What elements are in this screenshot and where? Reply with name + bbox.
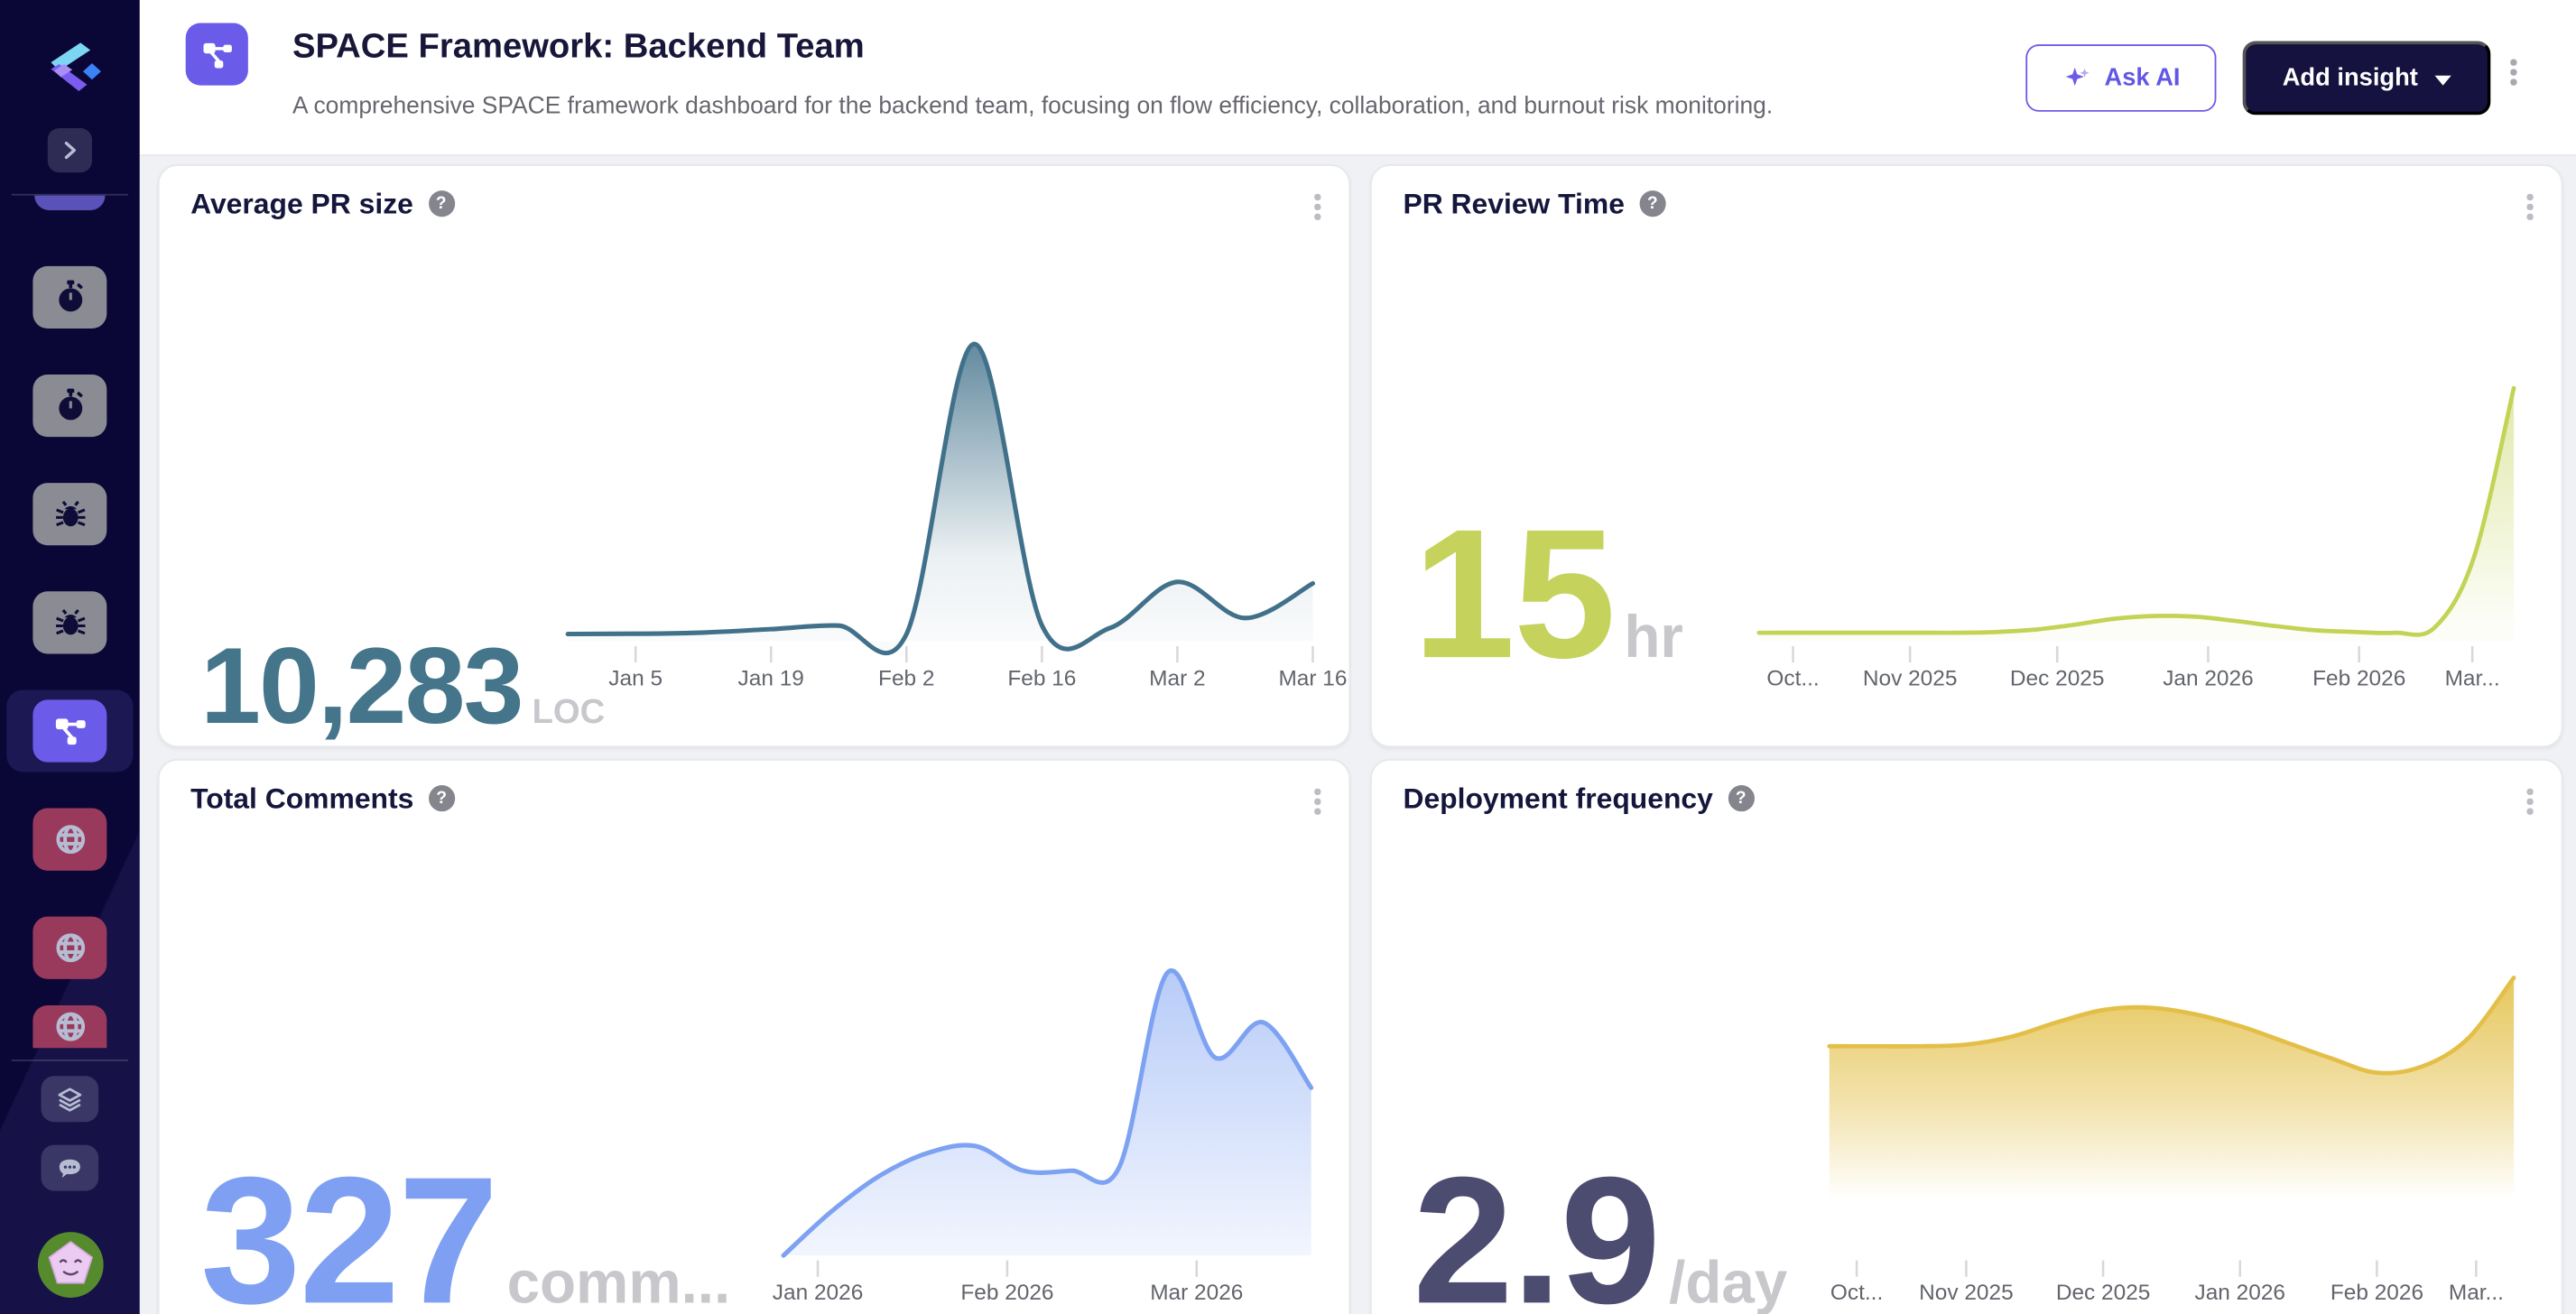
user-avatar[interactable] [38, 1232, 104, 1298]
x-tick-label: Oct... [1766, 666, 1819, 690]
add-insight-label: Add insight [2283, 64, 2418, 92]
x-tick-label: Mar... [2445, 666, 2500, 690]
sidebar-item-bug[interactable] [32, 483, 107, 545]
card-average-pr-size: Average PR size ? 10,283 LOC Jan 5Jan 19… [158, 164, 1350, 747]
chevron-right-icon [60, 140, 81, 162]
x-tick-label: Dec 2025 [2056, 1281, 2151, 1305]
page-title: SPACE Framework: Backend Team [292, 28, 865, 68]
card-pr-review-time: PR Review Time ? 15 hr Oct...Nov 2025Dec… [1370, 164, 2562, 747]
chat-icon [54, 1152, 86, 1184]
x-tick-label: Mar 16 [1278, 666, 1347, 690]
sidebar-expand-button[interactable] [48, 128, 92, 172]
bug-icon [51, 603, 90, 643]
x-tick-label: Nov 2025 [1863, 666, 1958, 690]
timer-icon [51, 386, 90, 426]
page-header: SPACE Framework: Backend Team A comprehe… [140, 0, 2576, 156]
app-logo[interactable] [38, 36, 104, 102]
timer-icon [51, 278, 90, 318]
x-tick-label: Jan 2026 [2163, 666, 2253, 690]
page-subtitle: A comprehensive SPACE framework dashboar… [292, 94, 1773, 120]
sidebar-item-timer[interactable] [32, 375, 107, 437]
sidebar-item-globe-partial[interactable] [32, 1005, 107, 1048]
sidebar-item-workflow-selected[interactable] [32, 699, 107, 762]
dashboard-icon [186, 23, 248, 85]
sidebar-item-globe[interactable] [32, 809, 107, 871]
app-window: SPACE Framework: Backend Team A comprehe… [0, 0, 2576, 1314]
x-tick-label: Dec 2025 [2010, 666, 2105, 690]
x-tick-label: Mar... [2449, 1281, 2504, 1305]
card-deployment-frequency: Deployment frequency ? 2.9 /day Oct...No… [1370, 759, 2562, 1314]
x-tick-label: Jan 19 [738, 666, 804, 690]
layers-icon [54, 1083, 86, 1115]
pr-review-time-chart[interactable]: Oct... Nov 2025 Dec 2025 Jan 2026 Feb 2026 Ma… [1372, 166, 2562, 746]
bug-icon [51, 495, 90, 534]
x-tick-label: Jan 5 [608, 666, 663, 690]
chevron-down-icon [2434, 75, 2451, 85]
globe-icon [51, 819, 90, 859]
average-pr-size-chart[interactable]: Jan 5 Jan 19 Feb 2 Feb 16 Mar 2 Mar 16 [160, 166, 1349, 746]
x-tick-label: Mar 2 [1149, 666, 1205, 690]
header-kebab-menu-icon[interactable] [2506, 54, 2521, 90]
globe-icon [51, 928, 90, 967]
deployment-frequency-chart[interactable]: Oct... Nov 2025 Dec 2025 Jan 2026 Feb 2026 Ma… [1372, 761, 2562, 1314]
add-insight-button[interactable]: Add insight [2243, 42, 2491, 116]
x-tick-label: Jan 2026 [2195, 1281, 2285, 1305]
x-tick-label: Feb 16 [1007, 666, 1076, 690]
x-tick-label: Feb 2026 [2312, 666, 2405, 690]
x-tick-label: Feb 2 [878, 666, 934, 690]
x-tick-label: Feb 2026 [960, 1281, 1053, 1305]
sparkle-icon [2062, 62, 2093, 94]
sidebar-item-layers[interactable] [42, 1076, 99, 1122]
card-total-comments: Total Comments ? 327 comm... Jan 2026Feb… [158, 759, 1350, 1314]
sidebar [0, 0, 140, 1314]
globe-icon [51, 1007, 90, 1047]
ask-ai-button[interactable]: Ask AI [2025, 44, 2216, 112]
x-tick-label: Mar 2026 [1150, 1281, 1243, 1305]
sidebar-item-chat[interactable] [42, 1145, 99, 1191]
sidebar-item-timer[interactable] [32, 266, 107, 328]
sidebar-item-globe[interactable] [32, 917, 107, 979]
total-comments-chart[interactable]: Jan 2026 Feb 2026 Mar 2026 [160, 761, 1349, 1314]
ask-ai-label: Ask AI [2105, 64, 2181, 92]
sidebar-divider [12, 1060, 128, 1061]
workflow-icon [51, 711, 90, 751]
sidebar-item-scrolled-partial[interactable] [34, 196, 105, 210]
x-tick-label: Jan 2026 [773, 1281, 864, 1305]
x-tick-label: Feb 2026 [2330, 1281, 2423, 1305]
x-tick-label: Nov 2025 [1919, 1281, 2014, 1305]
x-tick-label: Oct... [1830, 1281, 1883, 1305]
sidebar-item-bug[interactable] [32, 591, 107, 653]
